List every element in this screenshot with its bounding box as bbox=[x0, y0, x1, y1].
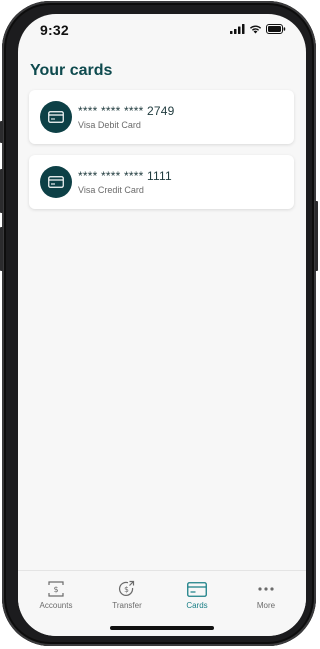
more-icon bbox=[258, 587, 274, 591]
cards-icon bbox=[187, 581, 207, 597]
signal-icon bbox=[230, 24, 245, 34]
card-type: Visa Debit Card bbox=[78, 120, 141, 130]
status-icons bbox=[230, 24, 286, 34]
tab-label: Transfer bbox=[112, 601, 142, 610]
mute-switch bbox=[0, 121, 3, 143]
card-avatar bbox=[40, 101, 72, 133]
tab-label: Cards bbox=[186, 601, 208, 610]
battery-icon bbox=[266, 24, 286, 34]
card-item-debit[interactable]: **** **** **** 2749 Visa Debit Card bbox=[29, 90, 294, 144]
card-number: **** **** **** 1111 bbox=[78, 169, 172, 183]
tab-transfer[interactable]: $ Transfer bbox=[97, 579, 157, 615]
svg-text:$: $ bbox=[53, 585, 58, 594]
power-button bbox=[315, 201, 318, 271]
wifi-icon bbox=[249, 25, 262, 34]
status-time: 9:32 bbox=[40, 22, 69, 38]
tab-accounts[interactable]: $ Accounts bbox=[26, 579, 86, 615]
home-indicator[interactable] bbox=[110, 626, 214, 630]
card-item-credit[interactable]: **** **** **** 1111 Visa Credit Card bbox=[29, 155, 294, 209]
phone-frame: 9:32 Your cards **** **** **** 2749 Visa… bbox=[0, 1, 318, 646]
volume-down-button bbox=[0, 227, 3, 271]
tab-cards[interactable]: Cards bbox=[167, 579, 227, 615]
transfer-icon: $ bbox=[118, 580, 135, 596]
card-type: Visa Credit Card bbox=[78, 185, 144, 195]
card-number: **** **** **** 2749 bbox=[78, 104, 175, 118]
accounts-icon: $ bbox=[48, 581, 64, 597]
tab-label: Accounts bbox=[39, 601, 73, 610]
tab-label: More bbox=[256, 601, 276, 610]
card-avatar bbox=[40, 166, 72, 198]
page-title: Your cards bbox=[30, 62, 113, 79]
svg-text:$: $ bbox=[124, 585, 129, 594]
volume-up-button bbox=[0, 169, 3, 213]
tab-more[interactable]: More bbox=[236, 579, 296, 615]
credit-card-icon bbox=[48, 111, 64, 123]
credit-card-icon bbox=[48, 176, 64, 188]
app-screen: 9:32 Your cards **** **** **** 2749 Visa… bbox=[18, 14, 306, 636]
status-bar: 9:32 bbox=[18, 14, 306, 48]
